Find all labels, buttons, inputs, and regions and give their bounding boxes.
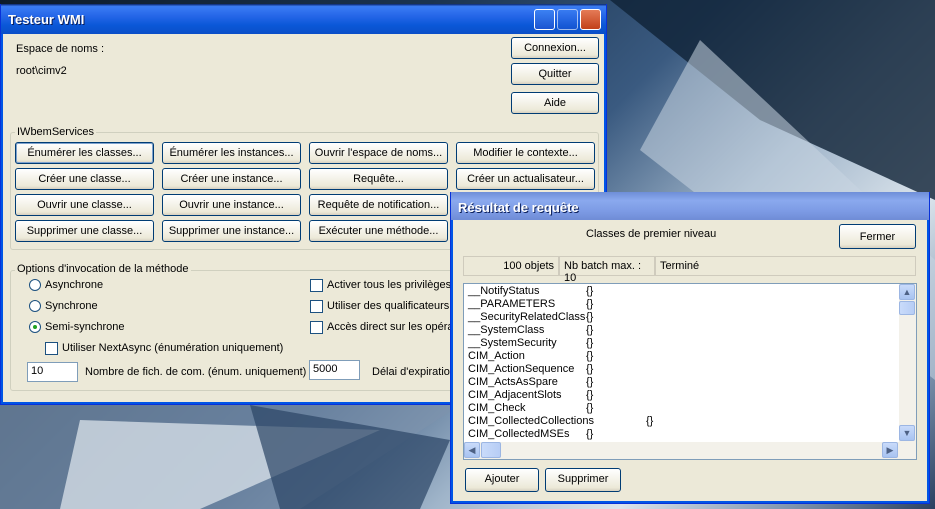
open-class-button[interactable]: Ouvrir une classe... xyxy=(15,194,154,216)
class-value: {} xyxy=(586,428,594,440)
timeout-label: Délai d'expiration xyxy=(372,366,457,378)
status-count: 100 objets xyxy=(463,256,559,276)
iwbem-group-label: IWbemServices xyxy=(15,126,97,138)
class-name: __SecurityRelatedClass xyxy=(468,311,586,323)
class-value: {} xyxy=(586,337,594,349)
notification-query-button[interactable]: Requête de notification... xyxy=(309,194,448,216)
status-batch: Nb batch max. : 10 xyxy=(559,256,655,284)
results-list[interactable]: __NotifyStatus {} __PARAMETERS {} __Securi… xyxy=(463,283,917,460)
open-instance-button[interactable]: Ouvrir une instance... xyxy=(162,194,301,216)
execute-method-button[interactable]: Exécuter une méthode... xyxy=(309,220,448,242)
class-name: CIM_AdjacentSlots xyxy=(468,389,562,401)
horizontal-scroll-thumb[interactable] xyxy=(481,442,501,458)
class-name: CIM_Action xyxy=(468,350,525,362)
timeout-input[interactable]: 5000 xyxy=(309,360,360,380)
list-item[interactable]: CIM_CollectedCollections {} xyxy=(468,415,653,428)
radio-sync[interactable] xyxy=(29,300,41,312)
enum-classes-button[interactable]: Énumérer les classes... xyxy=(15,142,154,164)
class-value: {} xyxy=(646,415,654,427)
create-refresher-button[interactable]: Créer un actualisateur... xyxy=(456,168,595,190)
class-value: {} xyxy=(586,363,594,375)
query-button[interactable]: Requête... xyxy=(309,168,448,190)
radio-async-label: Asynchrone xyxy=(45,279,104,291)
close-result-button[interactable]: Fermer xyxy=(839,224,916,249)
class-name: CIM_Check xyxy=(468,402,526,414)
minimize-button[interactable] xyxy=(534,9,555,30)
list-item[interactable]: __PARAMETERS {} xyxy=(468,298,593,311)
class-name: __PARAMETERS xyxy=(468,298,556,310)
create-instance-button[interactable]: Créer une instance... xyxy=(162,168,301,190)
class-value: {} xyxy=(586,311,594,323)
maximize-button[interactable] xyxy=(557,9,578,30)
direct-access-checkbox[interactable] xyxy=(310,321,323,334)
list-item[interactable]: CIM_AdjacentSlots {} xyxy=(468,389,593,402)
close-button[interactable] xyxy=(580,9,601,30)
main-titlebar[interactable]: Testeur WMI xyxy=(1,4,606,34)
quit-button[interactable]: Quitter xyxy=(511,63,599,85)
class-value: {} xyxy=(586,350,594,362)
enum-count-label: Nombre de fich. de com. (énum. uniquemen… xyxy=(85,366,307,378)
options-group-label: Options d'invocation de la méthode xyxy=(15,263,191,275)
list-item[interactable]: __SecurityRelatedClass{} xyxy=(468,311,593,324)
class-value: {} xyxy=(586,389,594,401)
list-item[interactable]: CIM_ActsAsSpare {} xyxy=(468,376,593,389)
class-name: __NotifyStatus xyxy=(468,285,540,297)
scroll-left-button[interactable]: ◀ xyxy=(464,442,480,458)
connect-button[interactable]: Connexion... xyxy=(511,37,599,59)
namespace-value: root\cimv2 xyxy=(16,65,67,77)
modify-context-button[interactable]: Modifier le contexte... xyxy=(456,142,595,164)
privileges-label: Activer tous les privilèges xyxy=(327,279,452,291)
class-name: CIM_ActionSequence xyxy=(468,363,575,375)
class-value: {} xyxy=(586,376,594,388)
class-name: CIM_CollectedMSEs xyxy=(468,428,570,440)
class-value: {} xyxy=(586,285,594,297)
radio-semisync-label: Semi-synchrone xyxy=(45,321,125,333)
radio-sync-label: Synchrone xyxy=(45,300,98,312)
qualifiers-label: Utiliser des qualificateurs n xyxy=(327,300,459,312)
list-item[interactable]: __NotifyStatus {} xyxy=(468,285,593,298)
class-value: {} xyxy=(586,324,594,336)
class-value: {} xyxy=(586,402,594,414)
qualifiers-checkbox[interactable] xyxy=(310,300,323,313)
enum-instances-button[interactable]: Énumérer les instances... xyxy=(162,142,301,164)
scroll-down-button[interactable]: ▼ xyxy=(899,425,915,441)
privileges-checkbox[interactable] xyxy=(310,279,323,292)
radio-async[interactable] xyxy=(29,279,41,291)
nextasync-checkbox[interactable] xyxy=(45,342,58,355)
radio-semisync[interactable] xyxy=(29,321,41,333)
add-button[interactable]: Ajouter xyxy=(465,468,539,492)
vertical-scroll-thumb[interactable] xyxy=(899,301,915,315)
delete-class-button[interactable]: Supprimer une classe... xyxy=(15,220,154,242)
help-button[interactable]: Aide xyxy=(511,92,599,114)
delete-instance-button[interactable]: Supprimer une instance... xyxy=(162,220,301,242)
direct-access-label: Accès direct sur les opérat xyxy=(327,321,457,333)
list-item[interactable]: CIM_Action {} xyxy=(468,350,593,363)
result-heading: Classes de premier niveau xyxy=(586,228,717,240)
nextasync-label: Utiliser NextAsync (énumération uniqueme… xyxy=(62,342,284,354)
class-name: __SystemClass xyxy=(468,324,545,336)
enum-count-input[interactable]: 10 xyxy=(27,362,78,382)
list-item[interactable]: CIM_Check {} xyxy=(468,402,593,415)
class-name: CIM_ActsAsSpare xyxy=(468,376,558,388)
scroll-up-button[interactable]: ▲ xyxy=(899,284,915,300)
delete-button[interactable]: Supprimer xyxy=(545,468,621,492)
main-title: Testeur WMI xyxy=(8,12,85,27)
result-titlebar[interactable]: Résultat de requête xyxy=(451,192,929,220)
create-class-button[interactable]: Créer une classe... xyxy=(15,168,154,190)
namespace-label: Espace de noms : xyxy=(16,43,105,55)
scroll-right-button[interactable]: ▶ xyxy=(882,442,898,458)
horizontal-scrollbar[interactable]: ◀ ▶ xyxy=(464,442,916,459)
open-namespace-button[interactable]: Ouvrir l'espace de noms... xyxy=(309,142,448,164)
list-item[interactable]: __SystemSecurity {} xyxy=(468,337,593,350)
result-title: Résultat de requête xyxy=(458,200,579,215)
status-state: Terminé xyxy=(655,256,916,276)
class-name: CIM_CollectedCollections xyxy=(468,415,594,427)
vertical-scrollbar[interactable]: ▲ ▼ xyxy=(899,284,916,442)
class-value: {} xyxy=(586,298,594,310)
list-item[interactable]: CIM_ActionSequence {} xyxy=(468,363,593,376)
list-item[interactable]: CIM_CollectedMSEs {} xyxy=(468,428,593,441)
list-item[interactable]: __SystemClass {} xyxy=(468,324,593,337)
class-name: __SystemSecurity xyxy=(468,337,557,349)
